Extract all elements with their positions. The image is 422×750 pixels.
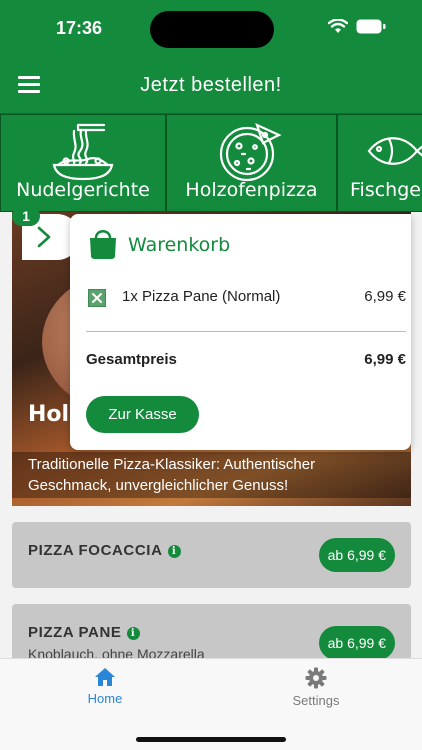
product-name-row: PIZZA FOCACCIA i (28, 542, 181, 559)
page-title: Jetzt bestellen! (140, 74, 282, 96)
checkout-button[interactable]: Zur Kasse (86, 396, 199, 433)
tab-label: Home (87, 691, 123, 706)
price-button[interactable]: ab 6,99 € (318, 626, 395, 660)
tab-settings[interactable]: Settings (266, 667, 366, 708)
home-icon (95, 668, 115, 686)
home-indicator (136, 737, 286, 742)
category-nudelgerichte[interactable]: Nudelgerichte (0, 114, 166, 212)
pizza-icon (219, 122, 282, 182)
hero-description: Traditionelle Pizza-Klassiker: Authentis… (12, 452, 411, 498)
cart-total-value: 6,99 € (364, 351, 406, 368)
cart-panel: Warenkorb 1x Pizza Pane (Normal) 6,99 € … (70, 214, 411, 450)
divider (86, 331, 406, 332)
category-strip[interactable]: Nudelgerichte Holzofenpizza Fischgericht… (0, 114, 422, 212)
status-bar: 17:36 (0, 0, 422, 58)
chevron-right-icon (37, 226, 51, 248)
tab-home[interactable]: Home (55, 667, 155, 706)
shopping-bag-icon (90, 230, 116, 259)
remove-item-button[interactable] (88, 289, 106, 307)
battery-icon (356, 19, 386, 34)
category-fischgerichte[interactable]: Fischgerichte (337, 114, 422, 212)
info-icon[interactable]: i (126, 627, 140, 640)
category-label: Holzofenpizza (185, 179, 318, 201)
status-icons (328, 19, 386, 34)
fish-icon (367, 137, 422, 165)
cart-count-badge: 1 (12, 206, 40, 226)
gear-icon (305, 667, 327, 689)
price-button[interactable]: ab 6,99 € (318, 538, 395, 572)
cart-item-name: 1x Pizza Pane (Normal) (122, 288, 281, 305)
cart-title: Warenkorb (128, 234, 231, 256)
category-holzofenpizza[interactable]: Holzofenpizza (166, 114, 337, 212)
nav-bar: Jetzt bestellen! (0, 58, 422, 114)
category-label: Nudelgerichte (16, 179, 150, 201)
product-name-row: PIZZA PANE i (28, 624, 140, 641)
cart-total-label: Gesamtpreis (86, 351, 177, 368)
close-icon (92, 293, 102, 303)
category-label: Fischgerichte (350, 179, 422, 201)
status-time: 17:36 (56, 18, 103, 38)
tab-label: Settings (292, 693, 340, 708)
cart-item-price: 6,99 € (364, 288, 406, 305)
product-card[interactable]: PIZZA FOCACCIA i ab 6,99 € (12, 522, 411, 588)
dynamic-island (150, 11, 274, 48)
wifi-icon (328, 19, 348, 33)
noodles-icon (52, 123, 114, 181)
product-name: PIZZA PANE (28, 624, 122, 641)
product-name: PIZZA FOCACCIA (28, 542, 163, 559)
info-icon[interactable]: i (167, 545, 181, 558)
